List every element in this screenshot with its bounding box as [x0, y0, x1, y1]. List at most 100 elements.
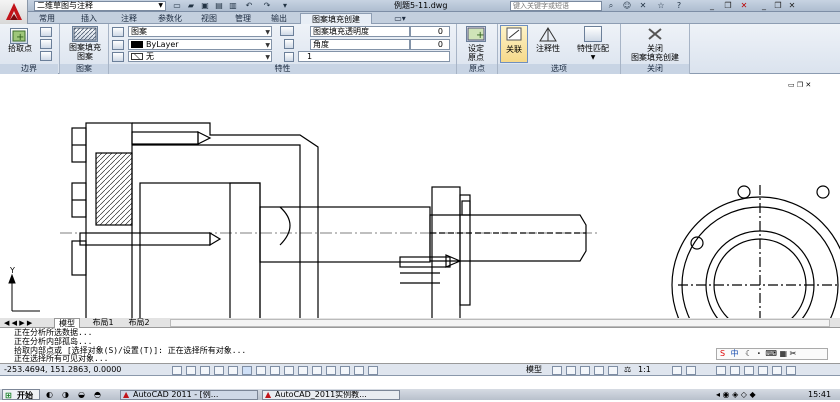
select-objects-icon[interactable]: [40, 27, 52, 37]
lock-icon[interactable]: [730, 366, 740, 375]
doc-minimize-icon[interactable]: _: [758, 1, 770, 11]
minimize-icon[interactable]: _: [706, 1, 718, 11]
zoom-icon[interactable]: [594, 366, 604, 375]
hardware-acceleration-icon[interactable]: [744, 366, 754, 375]
quick-view-drawings-icon[interactable]: [566, 366, 576, 375]
snap-mode-icon[interactable]: [186, 366, 196, 375]
isolate-objects-icon[interactable]: [758, 366, 768, 375]
quick-view-layouts-icon[interactable]: [552, 366, 562, 375]
transparency-input[interactable]: 0: [410, 26, 450, 37]
redo-icon[interactable]: ↷: [262, 1, 272, 10]
save-icon[interactable]: ▣: [200, 1, 210, 10]
remove-boundary-icon[interactable]: [40, 39, 52, 49]
quick-access-dropdown-icon[interactable]: ▾: [280, 1, 290, 10]
3d-object-snap-icon[interactable]: [256, 366, 266, 375]
restore-icon[interactable]: ❐: [722, 1, 734, 11]
options-panel-label[interactable]: 选项: [498, 64, 620, 74]
clean-screen-icon[interactable]: [786, 366, 796, 375]
pick-point-button[interactable]: 拾取点: [2, 44, 38, 53]
ortho-mode-icon[interactable]: [214, 366, 224, 375]
allow-dynamic-ucs-icon[interactable]: [284, 366, 294, 375]
transparency-icon[interactable]: [326, 366, 336, 375]
close-hatch-button[interactable]: 关闭: [622, 44, 688, 53]
close-panel-label[interactable]: 关闭: [621, 64, 689, 74]
annotative-button[interactable]: 注释性: [528, 44, 568, 53]
workspace-switching-icon[interactable]: [716, 366, 726, 375]
dynamic-input-icon[interactable]: [298, 366, 308, 375]
auto-scale-icon[interactable]: [686, 366, 696, 375]
tab-annotate[interactable]: 注释: [116, 13, 142, 24]
grid-display-icon[interactable]: [200, 366, 210, 375]
infer-constraints-icon[interactable]: [172, 366, 182, 375]
tab-output[interactable]: 输出: [266, 13, 292, 24]
hatch-type-select[interactable]: 图案 ▼: [128, 26, 272, 37]
lineweight-icon[interactable]: [312, 366, 322, 375]
set-origin-button[interactable]: 设定: [458, 44, 494, 53]
exchange-icon[interactable]: ✕: [638, 1, 648, 10]
tab-view[interactable]: 视图: [196, 13, 222, 24]
quick-launch-icon[interactable]: ◓: [94, 389, 106, 401]
taskbar-task-document[interactable]: ▲ AutoCAD_2011实例教...: [262, 390, 400, 400]
print-icon[interactable]: ▥: [228, 1, 238, 10]
search-icon[interactable]: ⌕: [606, 1, 616, 10]
object-snap-icon[interactable]: [242, 366, 252, 375]
help-icon[interactable]: ?: [674, 1, 684, 10]
quick-launch-icon[interactable]: ◐: [46, 389, 58, 401]
pattern-panel-label[interactable]: 图案: [60, 64, 108, 74]
open-icon[interactable]: ▰: [186, 1, 196, 10]
horizontal-scrollbar[interactable]: [170, 319, 830, 327]
star-icon[interactable]: ☆: [656, 1, 666, 10]
tray-icons[interactable]: ◂ ◉ ◈ ◇ ◆: [716, 389, 796, 401]
properties-panel-label[interactable]: 特性: [109, 64, 456, 74]
annotative-icon[interactable]: [538, 27, 558, 43]
quick-launch-icon[interactable]: ◒: [78, 389, 90, 401]
tab-insert[interactable]: 插入: [76, 13, 102, 24]
start-button[interactable]: ⊞ 开始: [2, 389, 40, 400]
tab-hatch-creation[interactable]: 图案填充创建: [300, 13, 372, 24]
user-icon[interactable]: ☺: [622, 1, 632, 10]
taskbar-task-autocad[interactable]: ▲ AutoCAD 2011 - [例...: [120, 390, 258, 400]
background-color-select[interactable]: 无 ▼: [128, 51, 272, 62]
model-space-button[interactable]: 模型: [526, 364, 550, 376]
close-icon[interactable]: ✕: [738, 1, 750, 11]
ribbon-options-icon[interactable]: ▭▾: [388, 13, 412, 24]
tab-home[interactable]: 常用: [34, 13, 60, 24]
tab-layout2[interactable]: 布局2: [124, 318, 154, 328]
object-snap-tracking-icon[interactable]: [270, 366, 280, 375]
doc-restore-icon[interactable]: ❐: [772, 1, 784, 11]
layout-nav-arrows[interactable]: ◀ ◀ ▶ ▶: [4, 318, 50, 328]
new-file-icon[interactable]: ▭: [172, 1, 182, 10]
quick-launch-icon[interactable]: ◑: [62, 389, 74, 401]
workspace-selector[interactable]: 二维草图与注释 ▼: [34, 1, 166, 11]
undo-icon[interactable]: ↶: [244, 1, 254, 10]
tab-parametric[interactable]: 参数化: [150, 13, 190, 24]
annotation-visibility-icon[interactable]: [672, 366, 682, 375]
save-as-icon[interactable]: ▤: [214, 1, 224, 10]
angle-input[interactable]: 0: [410, 39, 450, 50]
ime-toolbar[interactable]: S 中 ☾ ・ ⌨ ▦ ✂: [716, 348, 828, 360]
close-hatch-icon[interactable]: [646, 27, 664, 41]
chevron-down-icon[interactable]: ▼: [586, 53, 600, 62]
annotation-scale[interactable]: 1:1: [638, 364, 666, 376]
status-menu-icon[interactable]: [772, 366, 782, 375]
match-properties-icon[interactable]: [584, 26, 602, 42]
tab-manage[interactable]: 管理: [230, 13, 256, 24]
polar-tracking-icon[interactable]: [228, 366, 238, 375]
doc-close-icon[interactable]: ✕: [786, 1, 798, 11]
annotation-monitor-icon[interactable]: [368, 366, 378, 375]
scale-input[interactable]: 1: [298, 51, 450, 62]
origin-panel-label[interactable]: 原点: [457, 64, 497, 74]
drawing-canvas[interactable]: ▭ ❐ ✕ Y: [0, 75, 840, 319]
steering-wheel-icon[interactable]: [608, 366, 618, 375]
command-window[interactable]: 正在分析所选数据... 正在分析内部孤岛... 拾取内部点或 [选择对象(S)/…: [0, 328, 840, 364]
tab-layout1[interactable]: 布局1: [88, 318, 118, 328]
associative-toggle[interactable]: 关联: [500, 25, 528, 63]
recreate-boundary-icon[interactable]: [40, 51, 52, 61]
quick-properties-icon[interactable]: [340, 366, 350, 375]
pan-icon[interactable]: [580, 366, 590, 375]
application-menu-button[interactable]: [0, 0, 28, 24]
pick-point-icon[interactable]: +: [10, 28, 28, 44]
hatch-pattern-icon[interactable]: [72, 26, 98, 42]
hatch-color-select[interactable]: ByLayer ▼: [128, 39, 272, 50]
set-origin-icon[interactable]: +: [466, 26, 486, 42]
